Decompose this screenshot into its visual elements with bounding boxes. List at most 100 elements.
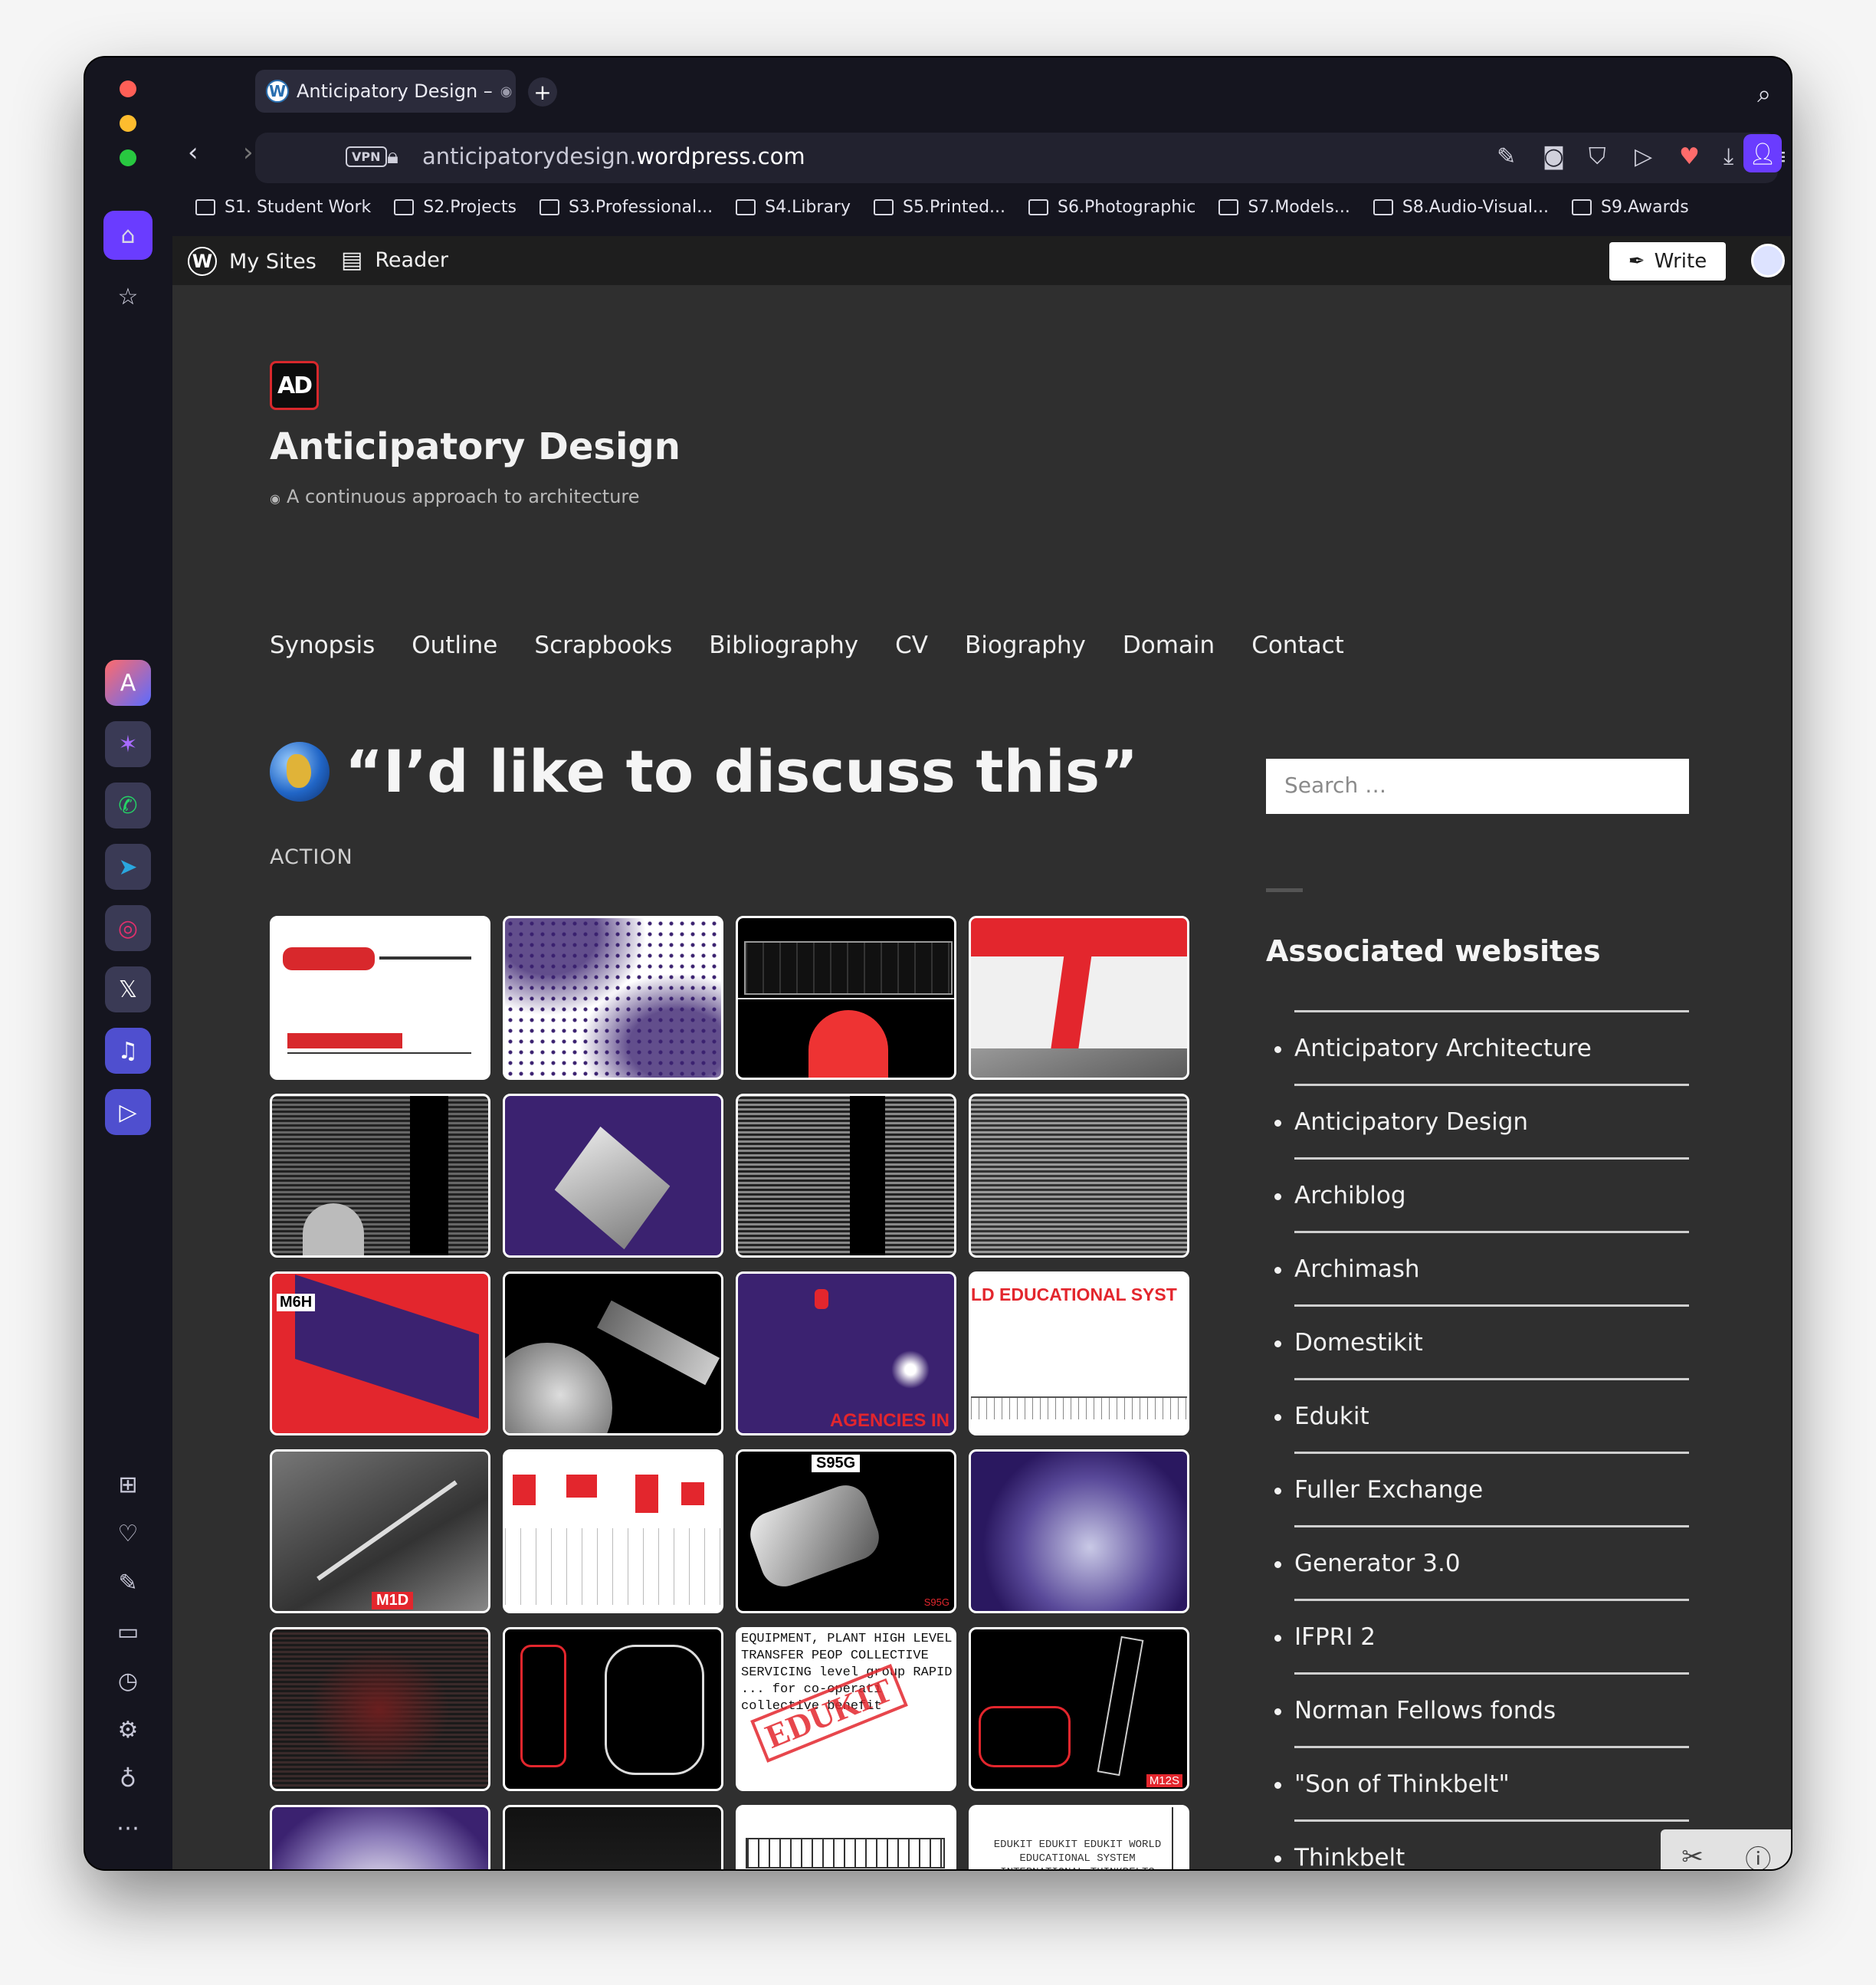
x-twitter-icon[interactable]: 𝕏 <box>105 966 151 1012</box>
music-player-icon[interactable]: ♫ <box>105 1028 151 1074</box>
tools-icon[interactable]: ✂ <box>1681 1842 1704 1869</box>
bookmark-folder[interactable]: S6.Photographic <box>1028 198 1195 217</box>
gallery-thumb[interactable] <box>503 1094 723 1258</box>
gallery-thumb[interactable]: AGENCIES IN <box>736 1271 956 1435</box>
bookmark-folder[interactable]: S7.Models... <box>1218 198 1350 217</box>
menu-item-cv[interactable]: CV <box>895 632 928 659</box>
profile-icon[interactable]: 👤︎ <box>1743 134 1782 172</box>
associated-link[interactable]: IFPRI 2 <box>1274 1599 1689 1672</box>
gallery-thumb[interactable] <box>503 1805 723 1869</box>
gallery-thumb[interactable]: EDUKIT EDUKIT EDUKIT WORLD EDUCATIONAL S… <box>969 1805 1189 1869</box>
associated-link[interactable]: "Son of Thinkbelt" <box>1274 1746 1689 1819</box>
heart-icon[interactable]: ♡ <box>113 1518 143 1549</box>
gallery-thumb[interactable] <box>969 1449 1189 1613</box>
gallery-thumb[interactable]: M1D <box>270 1449 490 1613</box>
gallery-thumb[interactable] <box>503 916 723 1080</box>
menu-item-contact[interactable]: Contact <box>1251 632 1344 659</box>
url-text[interactable]: anticipatorydesign.wordpress.com <box>422 143 805 169</box>
new-tab-button[interactable]: + <box>528 77 557 107</box>
menu-item-biography[interactable]: Biography <box>965 632 1086 659</box>
instagram-icon[interactable]: ◎ <box>105 905 151 951</box>
camera-icon[interactable]: ◙ <box>1543 143 1565 170</box>
gallery-thumb[interactable] <box>503 1627 723 1791</box>
gallery-thumb[interactable]: EQUIPMENT, PLANT HIGH LEVEL TRANSFER PEO… <box>736 1627 956 1791</box>
messenger-icon[interactable]: ✶ <box>105 721 151 767</box>
history-icon[interactable]: ◷ <box>113 1665 143 1696</box>
associated-link[interactable]: Edukit <box>1274 1378 1689 1452</box>
gallery-thumb[interactable] <box>270 916 490 1080</box>
gallery-thumb[interactable]: S95G S95G <box>736 1449 956 1613</box>
vpn-badge[interactable]: VPN <box>346 146 387 167</box>
site-logo[interactable]: AD <box>270 361 319 410</box>
menu-item-bibliography[interactable]: Bibliography <box>709 632 858 659</box>
gallery-thumb[interactable]: M6H <box>270 1271 490 1435</box>
associated-link[interactable]: Fuller Exchange <box>1274 1452 1689 1525</box>
gallery-thumb[interactable]: M12S <box>969 1627 1189 1791</box>
aria-app-icon[interactable]: A <box>105 660 151 706</box>
monitor-icon[interactable]: ▭ <box>113 1616 143 1647</box>
bookmark-folder[interactable]: S2.Projects <box>394 198 517 217</box>
heart-filled-icon[interactable]: ♥ <box>1679 143 1700 170</box>
bookmark-folder[interactable]: S8.Audio-Visual... <box>1373 198 1549 217</box>
bookmark-folder[interactable]: S1. Student Work <box>195 198 371 217</box>
post-category[interactable]: ACTION <box>270 845 353 869</box>
star-icon[interactable]: ☆ <box>103 272 153 321</box>
send-icon[interactable]: ▷ <box>1635 143 1652 170</box>
lock-icon[interactable]: 🔒︎ <box>387 143 398 169</box>
bookmark-folder[interactable]: S3.Professional... <box>540 198 713 217</box>
close-window-button[interactable] <box>120 80 136 97</box>
gallery-thumb[interactable] <box>969 916 1189 1080</box>
associated-link[interactable]: Archiblog <box>1274 1157 1689 1231</box>
associated-link[interactable]: Generator 3.0 <box>1274 1525 1689 1599</box>
download-icon[interactable]: ⤓ <box>1723 143 1733 170</box>
associated-link[interactable]: Anticipatory Architecture <box>1274 1010 1689 1084</box>
menu-item-synopsis[interactable]: Synopsis <box>270 632 375 659</box>
gallery-thumb[interactable] <box>270 1627 490 1791</box>
gallery-thumb[interactable] <box>736 916 956 1080</box>
write-button[interactable]: ✒ Write <box>1609 242 1726 281</box>
whatsapp-icon[interactable]: ✆ <box>105 783 151 828</box>
telegram-icon[interactable]: ➤ <box>105 844 151 890</box>
back-icon[interactable]: ‹ <box>188 137 198 168</box>
menu-item-outline[interactable]: Outline <box>412 632 497 659</box>
home-icon[interactable]: ⌂ <box>103 211 153 260</box>
edit-icon[interactable]: ✎ <box>113 1567 143 1598</box>
associated-link[interactable]: Thinkbelt <box>1274 1819 1689 1869</box>
site-title[interactable]: Anticipatory Design <box>270 425 681 468</box>
minimize-window-button[interactable] <box>120 115 136 132</box>
my-sites-button[interactable]: W My Sites <box>188 247 316 276</box>
gallery-thumb[interactable] <box>969 1094 1189 1258</box>
bookmark-folder[interactable]: S4.Library <box>736 198 851 217</box>
gallery-thumb[interactable] <box>270 1094 490 1258</box>
active-tab[interactable]: W Anticipatory Design – ◉ <box>255 70 516 113</box>
gallery-thumb[interactable]: LD EDUCATIONAL SYST <box>969 1271 1189 1435</box>
search-tabs-icon[interactable]: ⌕ <box>1757 79 1771 109</box>
more-icon[interactable]: ⋯ <box>113 1813 143 1843</box>
gallery-thumb[interactable] <box>736 1805 956 1869</box>
bookmark-folder[interactable]: S9.Awards <box>1572 198 1689 217</box>
menu-item-scrapbooks[interactable]: Scrapbooks <box>534 632 672 659</box>
address-bar[interactable]: VPN 🔒︎ anticipatorydesign.wordpress.com … <box>255 133 1787 183</box>
gallery-thumb[interactable] <box>503 1271 723 1435</box>
forward-icon[interactable]: › <box>243 137 254 168</box>
associated-link[interactable]: Norman Fellows fonds <box>1274 1672 1689 1746</box>
gallery-thumb[interactable] <box>736 1094 956 1258</box>
associated-link[interactable]: Domestikit <box>1274 1304 1689 1378</box>
menu-item-domain[interactable]: Domain <box>1123 632 1215 659</box>
maximize-window-button[interactable] <box>120 149 136 166</box>
audio-indicator-icon[interactable]: ◉ <box>500 84 513 100</box>
play-icon[interactable]: ▷ <box>105 1089 151 1135</box>
lightbulb-icon[interactable]: ♁ <box>113 1764 143 1794</box>
info-icon[interactable]: ⓘ <box>1745 1839 1771 1870</box>
associated-link[interactable]: Anticipatory Design <box>1274 1084 1689 1157</box>
settings-icon[interactable]: ⚙ <box>113 1714 143 1745</box>
bookmark-folder[interactable]: S5.Printed... <box>874 198 1005 217</box>
gallery-thumb[interactable] <box>503 1449 723 1613</box>
avatar[interactable] <box>1751 244 1785 277</box>
associated-link[interactable]: Archimash <box>1274 1231 1689 1304</box>
grid-icon[interactable]: ⊞ <box>113 1469 143 1500</box>
snapshot-edit-icon[interactable]: ✎ <box>1497 143 1516 170</box>
shield-icon[interactable]: ⛉ <box>1589 143 1606 170</box>
reader-button[interactable]: ▤ Reader <box>341 247 448 274</box>
gallery-thumb[interactable] <box>270 1805 490 1869</box>
